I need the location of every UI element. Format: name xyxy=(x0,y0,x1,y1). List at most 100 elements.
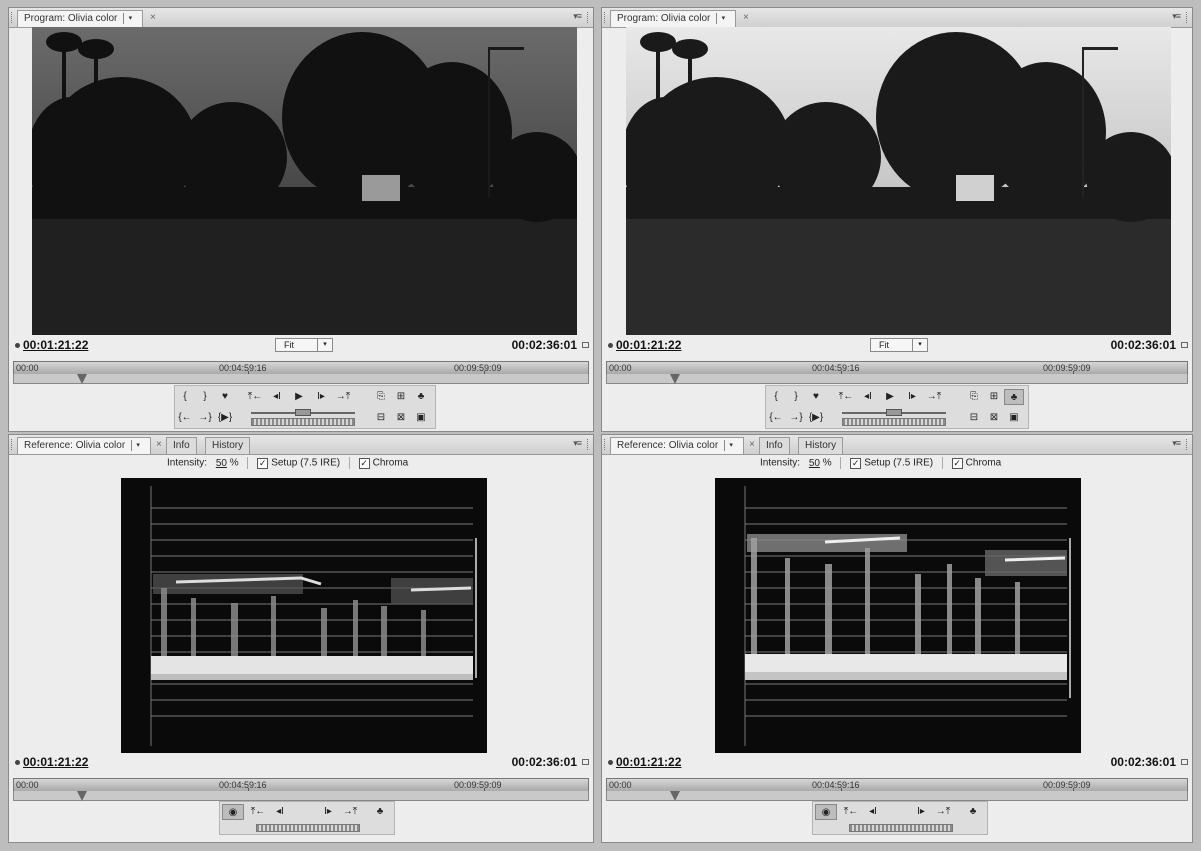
chevron-down-icon[interactable]: ▾ xyxy=(724,439,737,451)
close-icon[interactable]: × xyxy=(749,438,755,452)
current-timecode[interactable]: 00:01:21:22 xyxy=(23,338,88,352)
camera-icon[interactable]: ▣ xyxy=(411,410,431,426)
overlay-button[interactable]: ⊠ xyxy=(391,410,411,426)
zoom-level-select[interactable]: Fit ▾ xyxy=(870,338,928,352)
shuttle-control[interactable] xyxy=(256,824,360,832)
panel-menu-icon[interactable]: ▾≡ xyxy=(573,438,582,449)
marker-button[interactable]: ♥ xyxy=(806,389,826,405)
setup-checkbox[interactable]: ✓ xyxy=(257,457,269,469)
tab-reference[interactable]: Reference: Olivia color ▾ xyxy=(610,437,745,454)
step-forward-button[interactable]: I▸ xyxy=(311,389,331,405)
step-back-button[interactable]: ◂I xyxy=(270,804,290,820)
current-timecode[interactable]: 00:01:21:22 xyxy=(616,755,681,769)
clear-out-button[interactable]: →} xyxy=(786,410,806,426)
playhead-icon[interactable] xyxy=(77,791,87,801)
camera-icon[interactable]: ▣ xyxy=(1004,410,1024,426)
tab-program[interactable]: Program: Olivia color ▾ xyxy=(610,10,737,27)
mark-in-button[interactable]: { xyxy=(766,389,786,405)
goto-out-button[interactable]: →⤒ xyxy=(933,804,953,820)
panel-grip[interactable] xyxy=(604,439,607,450)
intensity-value[interactable]: 50 xyxy=(809,458,820,469)
scrub-bar[interactable] xyxy=(13,791,589,801)
jog-knob[interactable] xyxy=(886,409,902,416)
clear-in-button[interactable]: {← xyxy=(766,410,786,426)
step-forward-button[interactable]: I▸ xyxy=(911,804,931,820)
chevron-down-icon[interactable]: ▾ xyxy=(716,12,729,24)
intensity-value[interactable]: 50 xyxy=(216,458,227,469)
tab-reference[interactable]: Reference: Olivia color ▾ xyxy=(17,437,152,454)
tab-info[interactable]: Info xyxy=(166,437,197,454)
scrub-bar[interactable] xyxy=(606,791,1188,801)
jog-knob[interactable] xyxy=(295,409,311,416)
panel-menu-icon[interactable]: ▾≡ xyxy=(1172,11,1181,22)
shuttle-control[interactable] xyxy=(842,418,946,426)
tab-program[interactable]: Program: Olivia color ▾ xyxy=(17,10,144,27)
zoom-level-select[interactable]: Fit ▾ xyxy=(275,338,333,352)
settings-icon[interactable] xyxy=(582,759,589,765)
goto-in-button[interactable]: ⤒← xyxy=(245,389,265,405)
time-ruler[interactable]: 00:00 00:04:59:16 00:09:59:09 xyxy=(606,778,1188,792)
step-back-button[interactable]: ◂I xyxy=(863,804,883,820)
settings-icon[interactable] xyxy=(1181,759,1188,765)
gang-to-program-button[interactable]: ◉ xyxy=(222,804,244,820)
play-button[interactable]: ▶ xyxy=(289,389,309,405)
overlay-button[interactable]: ⊠ xyxy=(984,410,1004,426)
goto-out-button[interactable]: →⤒ xyxy=(333,389,353,405)
close-icon[interactable]: × xyxy=(156,438,162,452)
time-ruler[interactable]: 00:00 00:04:59:16 00:09:59:09 xyxy=(606,361,1188,375)
export-frame-button[interactable]: ♣ xyxy=(411,389,431,405)
time-ruler[interactable]: 00:00 00:04:59:16 00:09:59:09 xyxy=(13,361,589,375)
playhead-icon[interactable] xyxy=(670,374,680,384)
scrub-bar[interactable] xyxy=(606,374,1188,384)
step-forward-button[interactable]: I▸ xyxy=(902,389,922,405)
lift-button[interactable]: ⎘ xyxy=(371,389,391,405)
program-video-frame[interactable] xyxy=(32,27,577,335)
panel-grip[interactable] xyxy=(587,439,590,450)
close-icon[interactable]: × xyxy=(150,11,156,25)
shuttle-control[interactable] xyxy=(849,824,953,832)
goto-in-button[interactable]: ⤒← xyxy=(248,804,268,820)
playhead-icon[interactable] xyxy=(670,791,680,801)
tab-history[interactable]: History xyxy=(798,437,844,454)
tab-history[interactable]: History xyxy=(205,437,251,454)
step-back-button[interactable]: ◂I xyxy=(267,389,287,405)
mark-out-button[interactable]: } xyxy=(786,389,806,405)
shuttle-control[interactable] xyxy=(251,418,355,426)
trim-button[interactable]: ⊟ xyxy=(371,410,391,426)
current-timecode[interactable]: 00:01:21:22 xyxy=(616,338,681,352)
lift-button[interactable]: ⎘ xyxy=(964,389,984,405)
current-timecode[interactable]: 00:01:21:22 xyxy=(23,755,88,769)
panel-grip[interactable] xyxy=(11,12,14,23)
panel-grip[interactable] xyxy=(604,12,607,23)
play-in-out-button[interactable]: {▶} xyxy=(215,410,235,426)
chevron-down-icon[interactable]: ▾ xyxy=(131,439,144,451)
goto-out-button[interactable]: →⤒ xyxy=(924,389,944,405)
output-icon[interactable]: ♣ xyxy=(963,804,983,820)
mark-in-button[interactable]: { xyxy=(175,389,195,405)
export-frame-button[interactable]: ♣ xyxy=(1004,389,1024,405)
chevron-down-icon[interactable]: ▾ xyxy=(123,12,136,24)
clear-in-button[interactable]: {← xyxy=(175,410,195,426)
playhead-icon[interactable] xyxy=(77,374,87,384)
scrub-bar[interactable] xyxy=(13,374,589,384)
panel-grip[interactable] xyxy=(1186,439,1189,450)
step-back-button[interactable]: ◂I xyxy=(858,389,878,405)
play-in-out-button[interactable]: {▶} xyxy=(806,410,826,426)
chroma-checkbox[interactable]: ✓ xyxy=(951,457,963,469)
extract-button[interactable]: ⊞ xyxy=(984,389,1004,405)
output-icon[interactable]: ♣ xyxy=(370,804,390,820)
goto-in-button[interactable]: ⤒← xyxy=(841,804,861,820)
panel-grip[interactable] xyxy=(1186,12,1189,23)
mark-out-button[interactable]: } xyxy=(195,389,215,405)
play-button[interactable]: ▶ xyxy=(880,389,900,405)
close-icon[interactable]: × xyxy=(743,11,749,25)
extract-button[interactable]: ⊞ xyxy=(391,389,411,405)
goto-in-button[interactable]: ⤒← xyxy=(836,389,856,405)
setup-checkbox[interactable]: ✓ xyxy=(850,457,862,469)
trim-button[interactable]: ⊟ xyxy=(964,410,984,426)
time-ruler[interactable]: 00:00 00:04:59:16 00:09:59:09 xyxy=(13,778,589,792)
marker-button[interactable]: ♥ xyxy=(215,389,235,405)
panel-grip[interactable] xyxy=(11,439,14,450)
goto-out-button[interactable]: →⤒ xyxy=(340,804,360,820)
clear-out-button[interactable]: →} xyxy=(195,410,215,426)
